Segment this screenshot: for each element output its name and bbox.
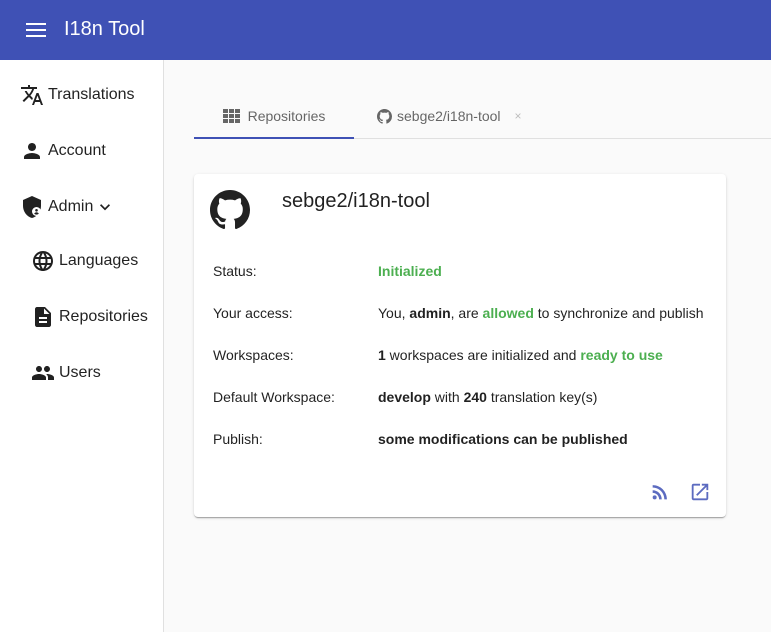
document-icon (35, 307, 51, 327)
sidebar-item-repositories[interactable]: Repositories (31, 299, 148, 335)
workspaces-label: Workspaces: (213, 347, 294, 363)
tab-repositories-label: Repositories (247, 107, 326, 124)
sidebar-item-languages[interactable]: Languages (31, 243, 138, 279)
card-title: sebge2/i18n-tool (282, 190, 430, 212)
menu-icon (26, 23, 46, 37)
sidebar-label-languages: Languages (59, 252, 139, 269)
menu-button[interactable] (22, 17, 50, 43)
workspaces-ready: ready to use (580, 347, 663, 363)
access-user: admin (409, 305, 451, 321)
workspaces-value: 1 workspaces are initialized and ready t… (378, 345, 663, 365)
repository-card: sebge2/i18n-tool Status: Initialized You… (194, 174, 726, 517)
default-workspace-name: develop (378, 389, 431, 405)
open-external-icon (691, 483, 709, 501)
default-workspace-label: Default Workspace: (213, 389, 335, 405)
grid-icon (222, 108, 240, 123)
sidebar-label-account: Account (48, 142, 106, 159)
rss-button[interactable] (647, 479, 673, 505)
card-actions (647, 479, 713, 505)
publish-label: Publish: (213, 431, 263, 447)
open-external-button[interactable] (687, 479, 713, 505)
tab-bar: Repositories sebge2/i18n-tool × (194, 94, 771, 139)
default-workspace-value: develop with 240 translation key(s) (378, 387, 597, 407)
sidebar-label-users: Users (59, 364, 101, 381)
globe-icon (33, 251, 53, 271)
sidebar-item-admin[interactable]: Admin (20, 189, 115, 225)
status-label: Status: (213, 263, 257, 279)
person-icon (24, 143, 40, 159)
tab-repository-detail-label: sebge2/i18n-tool (397, 108, 501, 124)
default-workspace-text: with (430, 389, 464, 405)
status-value: Initialized (378, 263, 442, 279)
translate-icon (21, 85, 43, 105)
sidebar-item-translations[interactable]: Translations (20, 77, 135, 113)
tab-close-button[interactable]: × (515, 109, 522, 123)
sidebar-label-admin: Admin (48, 198, 94, 215)
tab-repositories[interactable]: Repositories (194, 94, 354, 139)
rss-icon (652, 485, 667, 500)
sidebar-label-repositories: Repositories (59, 308, 148, 325)
publish-value: some modifications can be published (378, 431, 628, 447)
access-label: Your access: (213, 305, 293, 321)
access-text: to synchronize and publish (533, 305, 704, 321)
access-text: You, (378, 305, 410, 321)
access-allowed: allowed (482, 305, 534, 321)
chevron-down-icon (100, 204, 111, 211)
default-workspace-text: translation key(s) (486, 389, 598, 405)
sidebar-label-translations: Translations (48, 86, 135, 103)
access-text: , are (450, 305, 483, 321)
app-toolbar: I18n Tool (0, 0, 771, 60)
main-content: Repositories sebge2/i18n-tool × sebge2/i… (164, 60, 771, 632)
access-value: You, admin, are allowed to synchronize a… (378, 303, 704, 323)
sidebar-item-account[interactable]: Account (20, 133, 106, 169)
sidebar-item-users[interactable]: Users (31, 355, 101, 391)
workspaces-text: workspaces are initialized and (385, 347, 581, 363)
workspaces-count: 1 (378, 347, 386, 363)
tab-repository-detail[interactable]: sebge2/i18n-tool × (377, 94, 522, 138)
sidebar: Translations Account Admin Languages Rep… (0, 60, 164, 632)
github-icon (377, 108, 392, 124)
group-icon (32, 366, 54, 380)
admin-shield-icon (23, 196, 41, 218)
default-workspace-keys: 240 (463, 389, 487, 405)
app-title: I18n Tool (64, 18, 145, 40)
github-icon (210, 190, 250, 230)
